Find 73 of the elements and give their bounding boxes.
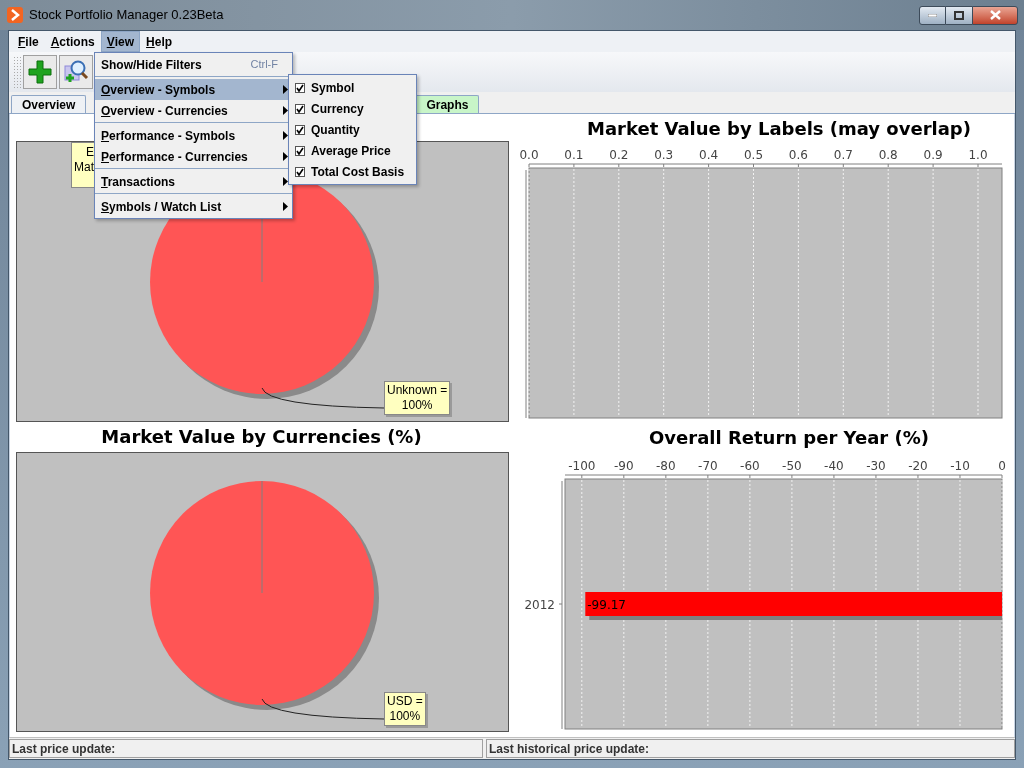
tick-label: 0.7 [833, 148, 853, 162]
menu-item[interactable]: File [12, 31, 45, 52]
tick-label: 0.6 [788, 148, 808, 162]
app-icon [7, 7, 23, 23]
category-label: 2012 [524, 598, 555, 612]
tick-label: 0.4 [699, 148, 719, 162]
maximize-icon [954, 10, 964, 20]
tick-label: -80 [656, 459, 676, 473]
tick-label: -60 [740, 459, 760, 473]
menu-item[interactable]: Help [140, 31, 179, 52]
status-field: Last price update: [9, 739, 483, 758]
tick-label: 0.5 [743, 148, 764, 162]
checkbox[interactable] [295, 166, 305, 177]
plus-icon [28, 60, 52, 84]
menu-item[interactable]: Performance - Symbols [95, 125, 292, 146]
menu-item-label[interactable]: Quantity [311, 120, 360, 139]
close-icon [989, 10, 1001, 20]
menu-item[interactable]: Performance - Currencies [95, 146, 292, 167]
minimize-button[interactable] [919, 5, 946, 25]
menu-item[interactable]: Actions [44, 31, 101, 52]
status-field: Last historical price update: [486, 739, 1015, 758]
tick-label: 0.3 [654, 148, 674, 162]
close-button[interactable] [972, 5, 1018, 25]
tick-label: 1.0 [968, 148, 988, 162]
tick-label: 0.9 [923, 148, 943, 162]
add-button[interactable] [23, 55, 57, 89]
tick-label: 0.8 [878, 148, 898, 162]
tick-label: -50 [782, 459, 802, 473]
chart-title: Overall Return per Year (%) [648, 426, 930, 450]
submenu-arrow-icon [283, 131, 288, 140]
tick-label: 0 [998, 459, 1006, 473]
tab[interactable]: Overview [11, 95, 87, 113]
submenu-arrow-icon [283, 202, 288, 211]
submenu-arrow-icon [283, 106, 288, 115]
menu-item-label[interactable]: Total Cost Basis [311, 162, 405, 181]
tick-label: -70 [698, 459, 718, 473]
submenu-arrow-icon [283, 85, 288, 94]
tick-label: -90 [614, 459, 634, 473]
tick-label: -30 [866, 459, 886, 473]
menu-item[interactable]: Overview - Currencies [95, 100, 292, 121]
maximize-button[interactable] [946, 5, 972, 25]
tick-label: 0.2 [609, 148, 629, 162]
search-button[interactable] [59, 55, 93, 89]
tick-label: -20 [908, 459, 928, 473]
pie-label: Unknown = 100% [384, 381, 451, 415]
checkbox[interactable] [295, 145, 305, 156]
menu-item[interactable]: Show/Hide Filters Ctrl-F [95, 54, 292, 75]
value-label: -99.17 [587, 598, 626, 612]
search-icon [63, 59, 89, 85]
tick-label: 0.1 [564, 148, 584, 162]
tick-label: -100 [568, 459, 596, 473]
shortcut-label: Ctrl-F [250, 57, 278, 73]
tick-label: -10 [950, 459, 970, 473]
chart-title: Market Value by Labels (may overlap) [586, 117, 972, 141]
minimize-icon [928, 13, 937, 17]
chart-title: Market Value by Currencies (%) [100, 425, 423, 449]
pie-label: USD = 100% [384, 692, 426, 726]
checkbox[interactable] [295, 124, 305, 135]
window-title: Stock Portfolio Manager 0.23Beta [29, 6, 224, 25]
pie-label: E Mat [71, 142, 95, 188]
submenu-arrow-icon [283, 152, 288, 161]
checkbox[interactable] [295, 82, 305, 93]
menu-item[interactable]: Symbols / Watch List [95, 196, 292, 217]
tab[interactable]: Graphs [415, 95, 480, 113]
checkbox[interactable] [295, 103, 305, 114]
tick-label: 0.0 [519, 148, 539, 162]
tick-label: -40 [824, 459, 844, 473]
menu-item-label[interactable]: Symbol [311, 78, 355, 97]
menu-item[interactable]: Transactions [95, 171, 292, 192]
menu-item-label[interactable]: Currency [311, 99, 364, 118]
menu-item-label[interactable]: Average Price [311, 141, 391, 160]
menu-item[interactable]: View [100, 31, 141, 52]
submenu-arrow-icon [283, 177, 288, 186]
